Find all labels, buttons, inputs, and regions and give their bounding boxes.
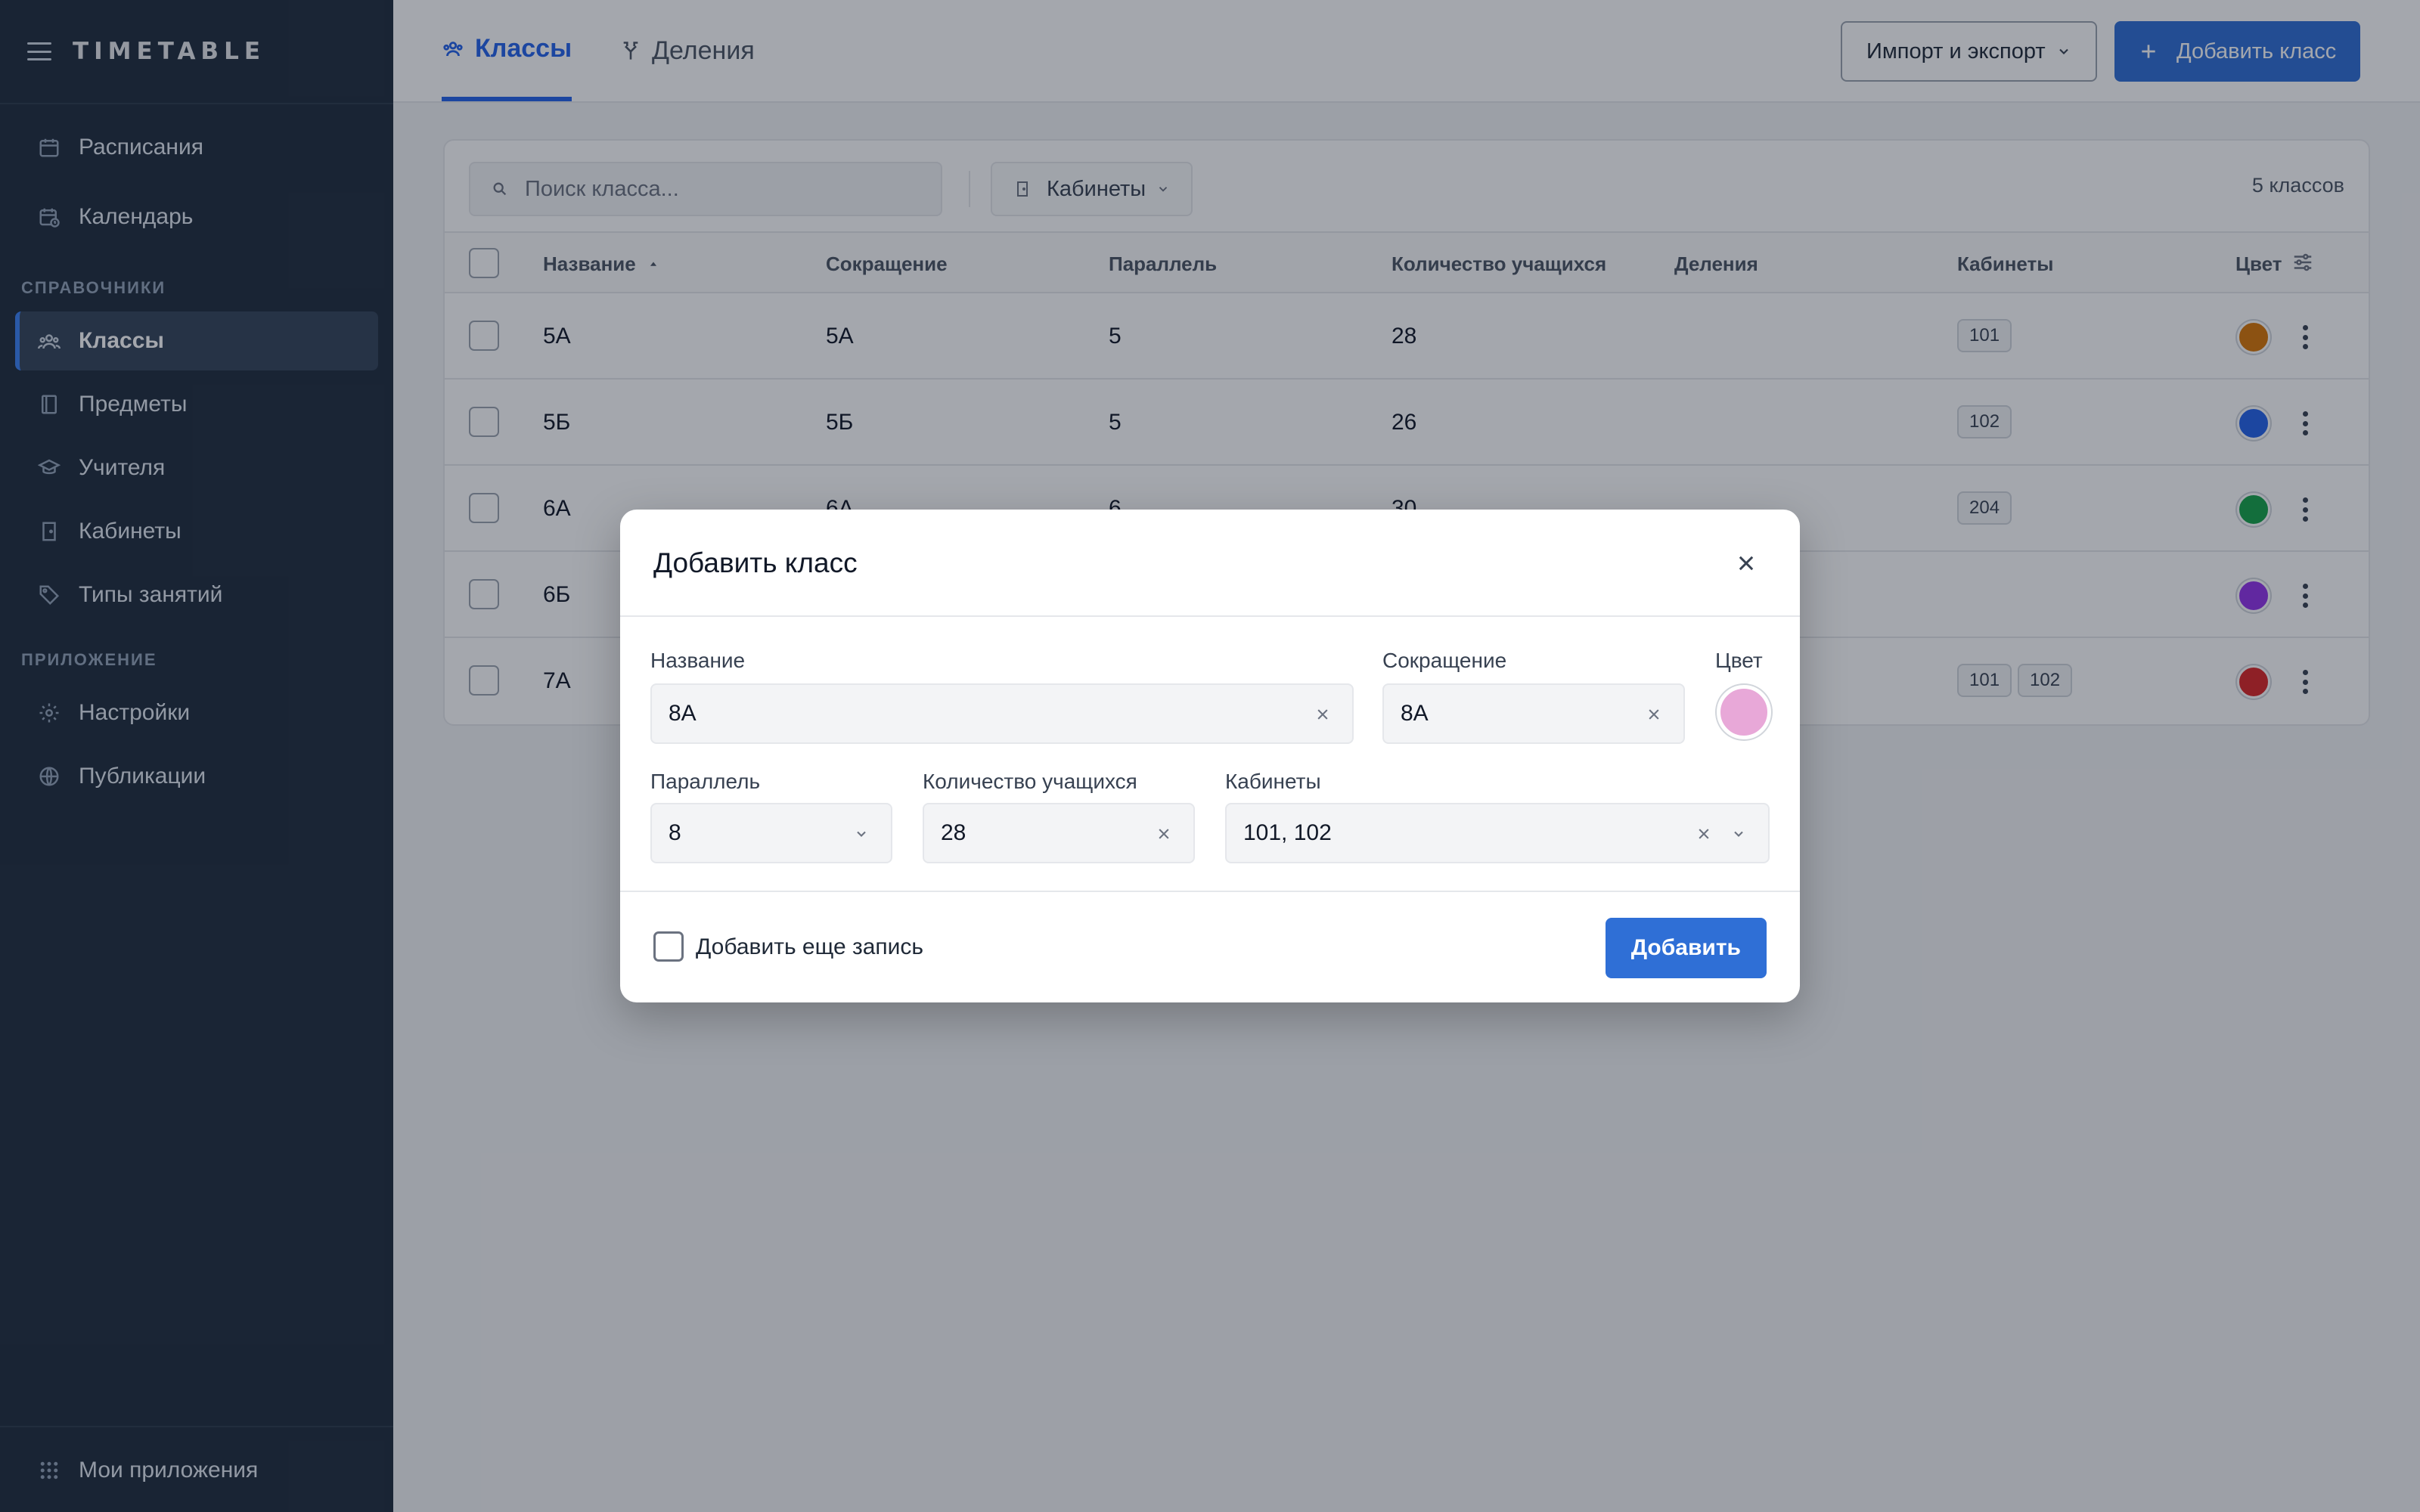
- clear-icon[interactable]: [1153, 823, 1175, 845]
- add-more-label: Добавить еще запись: [696, 934, 924, 959]
- rooms-select[interactable]: 101, 102: [1225, 803, 1770, 863]
- name-field[interactable]: 8А: [650, 683, 1354, 744]
- short-value: 8А: [1401, 701, 1429, 726]
- clear-icon[interactable]: [1692, 823, 1715, 845]
- grade-value: 8: [669, 820, 681, 845]
- grade-select[interactable]: 8: [650, 803, 892, 863]
- chevron-down-icon: [1727, 823, 1750, 845]
- students-field[interactable]: 28: [923, 803, 1195, 863]
- color-picker[interactable]: [1717, 685, 1771, 739]
- add-class-dialog: Добавить класс Название 8А Сокращение 8А…: [620, 510, 1800, 1002]
- submit-button[interactable]: Добавить: [1605, 918, 1767, 978]
- clear-icon[interactable]: [1311, 703, 1334, 726]
- clear-icon[interactable]: [1643, 703, 1665, 726]
- chevron-down-icon: [850, 823, 873, 845]
- color-label: Цвет: [1715, 649, 1763, 672]
- students-value: 28: [941, 820, 966, 845]
- students-label: Количество учащихся: [923, 770, 1137, 793]
- name-label: Название: [650, 649, 746, 672]
- grade-label: Параллель: [650, 770, 761, 793]
- rooms-value: 101, 102: [1243, 820, 1332, 845]
- rooms-label: Кабинеты: [1225, 770, 1321, 793]
- dialog-footer: Добавить еще запись Добавить: [620, 892, 1800, 1002]
- short-field[interactable]: 8А: [1382, 683, 1685, 744]
- dialog-title: Добавить класс: [653, 547, 858, 578]
- short-label: Сокращение: [1382, 649, 1507, 672]
- close-icon[interactable]: [1733, 550, 1759, 576]
- dialog-body: Название 8А Сокращение 8А Цвет Параллель…: [620, 617, 1800, 892]
- add-more-checkbox[interactable]: [653, 931, 684, 962]
- dialog-header: Добавить класс: [620, 510, 1800, 617]
- name-value: 8А: [669, 701, 697, 726]
